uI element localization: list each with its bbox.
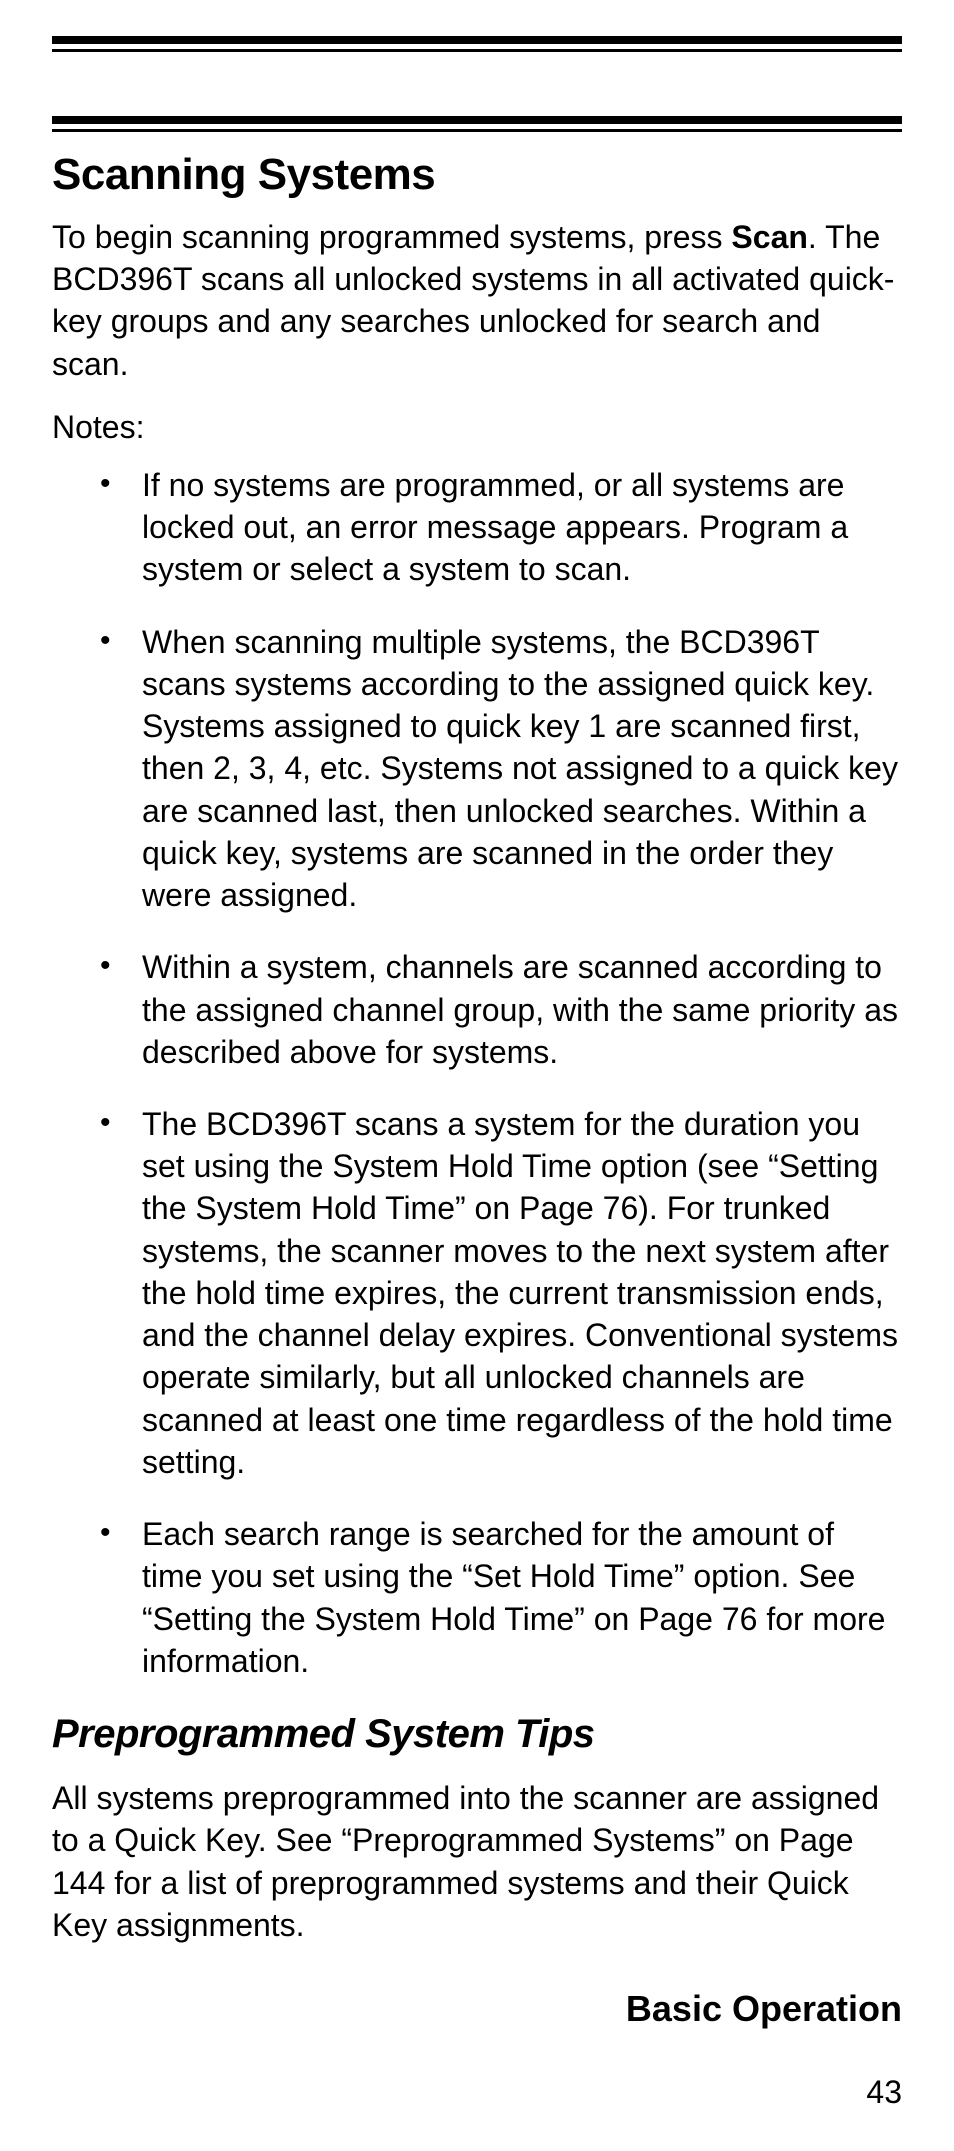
list-item: When scanning multiple systems, the BCD3… <box>100 621 902 917</box>
top-rule-group <box>52 36 902 52</box>
rule-thin <box>52 129 902 132</box>
sub-body: All systems preprogrammed into the scann… <box>52 1777 902 1946</box>
list-item: Each search range is searched for the am… <box>100 1513 902 1682</box>
rule-thick <box>52 36 902 44</box>
sub-heading: Preprogrammed System Tips <box>52 1712 902 1757</box>
intro-paragraph: To begin scanning programmed systems, pr… <box>52 216 902 385</box>
list-item: The BCD396T scans a system for the durat… <box>100 1103 902 1483</box>
list-item: Within a system, channels are scanned ac… <box>100 946 902 1073</box>
footer-section: Basic Operation <box>52 1988 902 2030</box>
rule-thick <box>52 116 902 124</box>
section-heading: Scanning Systems <box>52 150 902 200</box>
page-number: 43 <box>52 2074 902 2111</box>
notes-list: If no systems are programmed, or all sys… <box>52 464 902 1682</box>
notes-label: Notes: <box>52 409 902 446</box>
list-item: If no systems are programmed, or all sys… <box>100 464 902 591</box>
intro-pre: To begin scanning programmed systems, pr… <box>52 219 731 255</box>
rule-gap <box>52 52 902 116</box>
intro-bold: Scan <box>731 219 807 255</box>
second-rule-group <box>52 116 902 132</box>
